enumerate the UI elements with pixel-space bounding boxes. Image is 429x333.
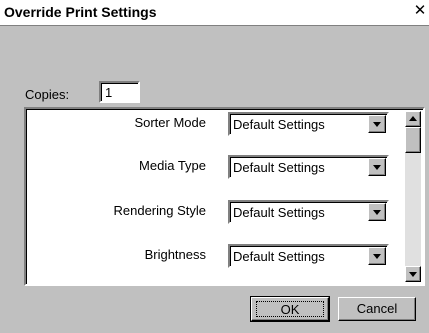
chevron-down-icon[interactable] <box>368 115 386 133</box>
ok-button-label: OK <box>256 301 324 317</box>
media-type-select[interactable]: Default Settings <box>228 155 389 179</box>
scroll-down-arrow-icon[interactable] <box>405 266 421 282</box>
scroll-up-arrow-icon[interactable] <box>405 111 421 127</box>
title-bar[interactable]: Override Print Settings ✕ <box>0 0 429 26</box>
media-type-value: Default Settings <box>233 160 325 175</box>
close-icon[interactable]: ✕ <box>411 3 429 21</box>
brightness-label: Brightness <box>144 247 206 262</box>
chevron-down-icon[interactable] <box>368 247 386 265</box>
copies-input[interactable]: 1 <box>99 81 140 103</box>
ok-button[interactable]: OK <box>250 296 330 322</box>
sorter-mode-value: Default Settings <box>233 117 325 132</box>
brightness-value: Default Settings <box>233 249 325 264</box>
settings-list-panel: Sorter Mode Default Settings Media Type … <box>24 107 425 286</box>
cancel-button[interactable]: Cancel <box>338 297 416 321</box>
sorter-mode-select[interactable]: Default Settings <box>228 112 389 136</box>
dialog-title: Override Print Settings <box>4 4 157 20</box>
chevron-down-icon[interactable] <box>368 203 386 221</box>
rendering-style-label: Rendering Style <box>113 203 207 218</box>
override-print-settings-dialog: Override Print Settings ✕ Copies: 1 Sort… <box>0 0 429 333</box>
rendering-style-select[interactable]: Default Settings <box>228 200 389 224</box>
brightness-select[interactable]: Default Settings <box>228 244 389 268</box>
media-type-label: Media Type <box>139 158 206 173</box>
copies-label: Copies: <box>25 87 70 102</box>
sorter-mode-label: Sorter Mode <box>134 115 206 130</box>
vertical-scrollbar[interactable] <box>405 111 421 282</box>
scroll-thumb[interactable] <box>405 127 421 153</box>
chevron-down-icon[interactable] <box>368 158 386 176</box>
rendering-style-value: Default Settings <box>233 205 325 220</box>
